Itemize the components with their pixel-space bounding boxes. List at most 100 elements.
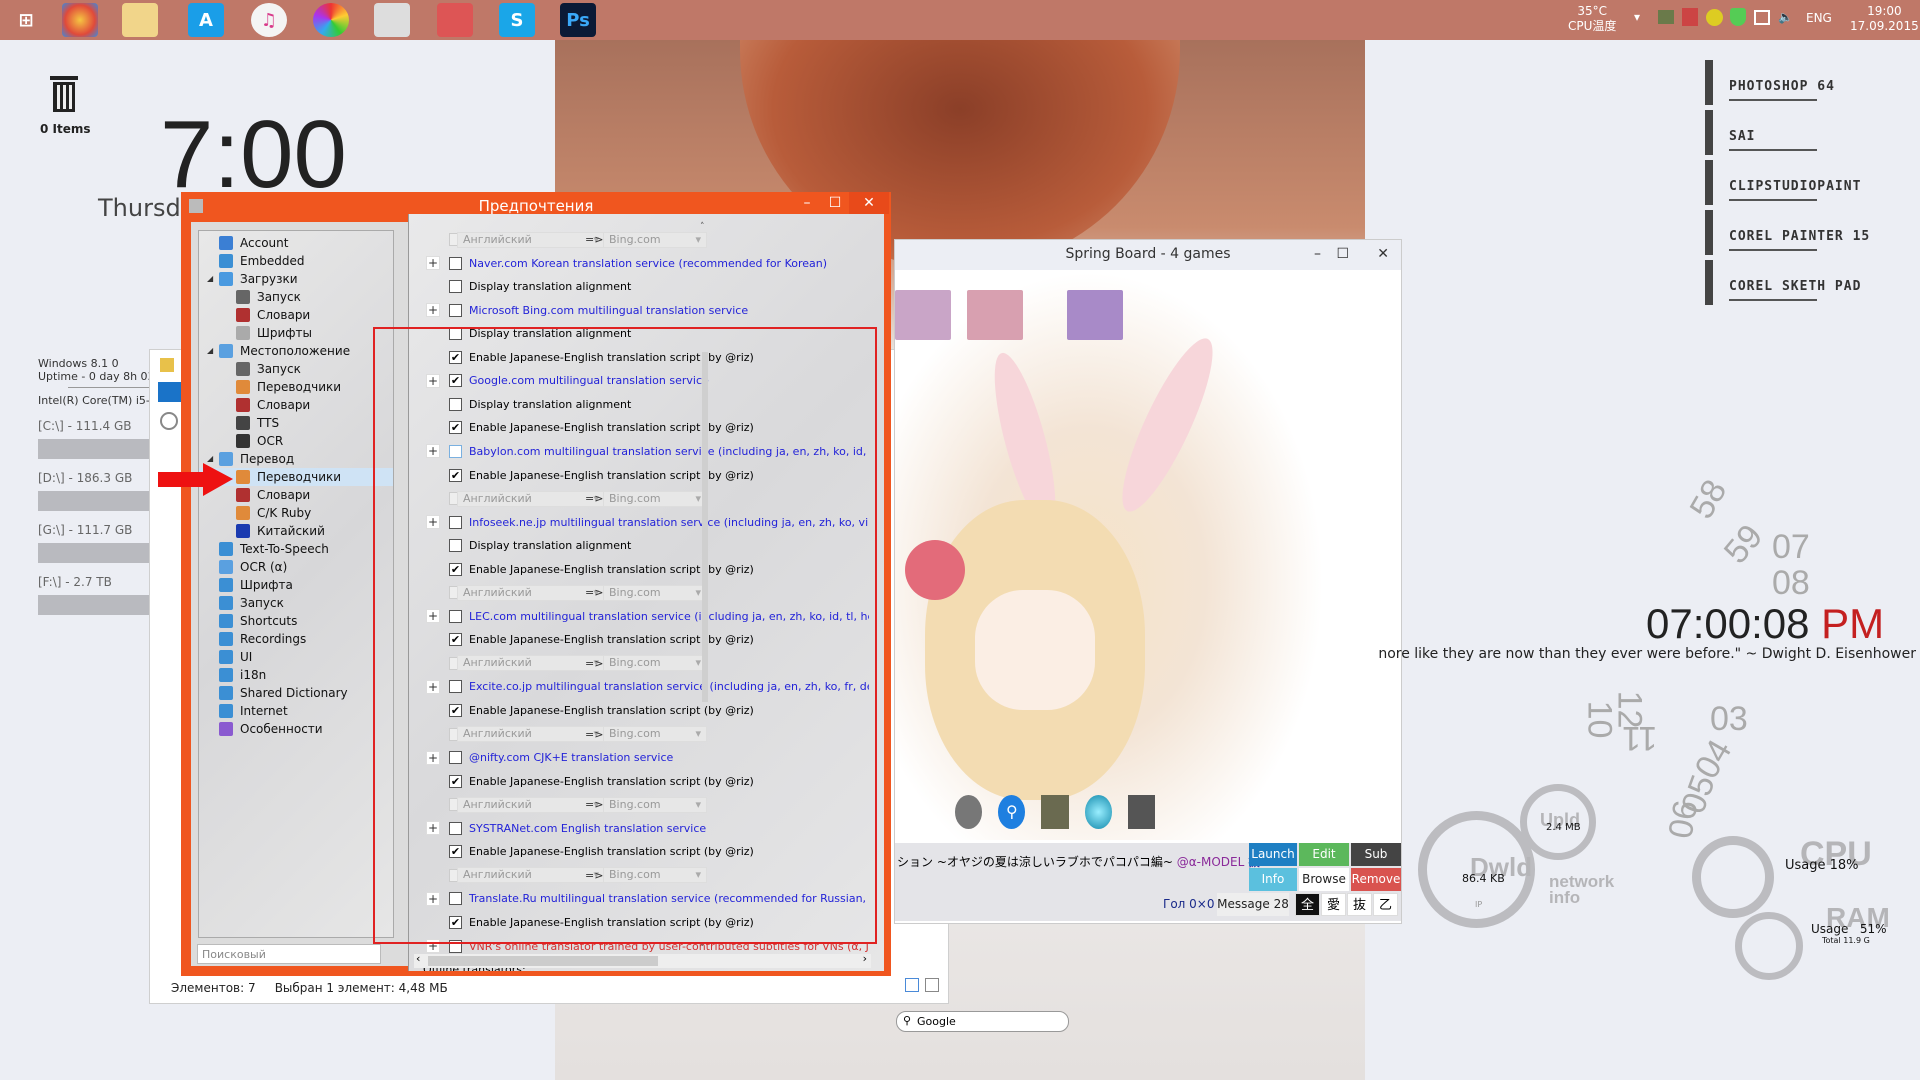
game-tile-3[interactable] <box>1067 290 1123 340</box>
tray-clock[interactable]: 19:00 17.09.2015 <box>1850 4 1919 34</box>
close-button[interactable]: ✕ <box>1377 240 1389 268</box>
shield-icon[interactable] <box>1730 8 1746 26</box>
scroll-up-icon[interactable]: ˄ <box>700 222 705 232</box>
target-engine-select[interactable]: Bing.com <box>603 231 707 248</box>
usb-icon[interactable] <box>1682 8 1698 26</box>
tree-item-25[interactable]: Shared Dictionary <box>199 684 393 702</box>
message-button[interactable]: Message 28 <box>1217 893 1289 916</box>
tree-item-26[interactable]: Internet <box>199 702 393 720</box>
addon-icon[interactable] <box>1706 9 1723 26</box>
skype-icon[interactable]: S <box>499 3 535 37</box>
search-icon[interactable]: ⚲ <box>998 795 1026 829</box>
tree-item-19[interactable]: Шрифта <box>199 576 393 594</box>
recycle-bin-icon[interactable] <box>44 72 84 114</box>
tree-item-15[interactable]: C/K Ruby <box>199 504 393 522</box>
game-tile-1[interactable] <box>895 290 951 340</box>
tree-item-23[interactable]: UI <box>199 648 393 666</box>
source-language-select[interactable]: Английский <box>457 231 605 248</box>
file-explorer-icon[interactable] <box>122 3 158 37</box>
remove-button[interactable]: Remove <box>1351 868 1401 891</box>
tree-item-11[interactable]: OCR <box>199 432 393 450</box>
app-launcher-4[interactable]: COREL SKETH PAD <box>1729 279 1861 294</box>
google-search-box[interactable]: ⚲ Google <box>896 1011 1069 1032</box>
tree-item-16[interactable]: Китайский <box>199 522 393 540</box>
service-link[interactable]: Naver.com Korean translation service (re… <box>469 257 827 270</box>
itunes-icon[interactable]: ♫ <box>251 3 287 37</box>
details-view-icon[interactable] <box>905 978 919 992</box>
sub-button[interactable]: Sub <box>1351 843 1401 866</box>
settings-tree[interactable]: Account Embedded ◢ Загрузки Запуск Словари Шри… <box>198 230 394 938</box>
tree-item-18[interactable]: OCR (α) <box>199 558 393 576</box>
filter-nuki[interactable]: 抜 <box>1347 893 1372 916</box>
tree-item-9[interactable]: Словари <box>199 396 393 414</box>
photoshop-icon[interactable]: Ps <box>560 3 596 37</box>
tree-item-8[interactable]: Переводчики <box>199 378 393 396</box>
horizontal-scrollbar[interactable]: ‹ › <box>414 952 871 968</box>
expand-arrow-icon[interactable]: ◢ <box>207 454 213 463</box>
rocket-icon[interactable] <box>955 795 983 829</box>
checkbox[interactable] <box>449 280 462 294</box>
tree-item-3[interactable]: Запуск <box>199 288 393 306</box>
tree-item-27[interactable]: Особенности <box>199 720 393 738</box>
tree-item-1[interactable]: Embedded <box>199 252 393 270</box>
network-icon[interactable] <box>1754 10 1770 25</box>
windows-start-icon[interactable]: ⊞ <box>8 3 44 37</box>
tree-item-20[interactable]: Запуск <box>199 594 393 612</box>
color-app-icon[interactable] <box>62 3 98 37</box>
expand-plus-button[interactable]: + <box>426 303 440 318</box>
scroll-right-icon[interactable]: › <box>863 952 867 965</box>
expand-arrow-icon[interactable]: ◢ <box>207 346 213 355</box>
checkbox[interactable] <box>449 256 462 270</box>
spring-board-titlebar[interactable]: Spring Board - 4 games – ☐ ✕ <box>895 240 1401 270</box>
globe-icon[interactable] <box>1084 795 1112 829</box>
game-brand[interactable]: @α-MODEL <box>1177 855 1245 869</box>
expand-arrow-icon[interactable]: ◢ <box>207 274 213 283</box>
book-icon[interactable] <box>1041 795 1069 829</box>
launch-button[interactable]: Launch <box>1249 843 1297 866</box>
hscroll-thumb[interactable] <box>428 956 658 966</box>
info-button[interactable]: Info <box>1249 868 1297 891</box>
app-launcher-1[interactable]: SAI <box>1729 129 1755 144</box>
app-store-icon[interactable]: A <box>188 3 224 37</box>
volume-icon[interactable]: 🔈 <box>1778 10 1793 25</box>
filter-all[interactable]: 全 <box>1295 893 1320 916</box>
tree-item-22[interactable]: Recordings <box>199 630 393 648</box>
usb-tool-icon[interactable] <box>437 3 473 37</box>
minimize-button[interactable]: – <box>1314 240 1321 268</box>
thumbnail-view-icon[interactable] <box>925 978 939 992</box>
tray-overflow-icon[interactable]: ▾ <box>1634 10 1640 25</box>
filter-otsu[interactable]: 乙 <box>1373 893 1398 916</box>
expand-plus-button[interactable]: + <box>426 256 440 271</box>
checkbox[interactable] <box>449 303 462 317</box>
settings-search-input[interactable]: Поисковый <box>197 944 381 964</box>
tree-item-0[interactable]: Account <box>199 234 393 252</box>
scroll-down-icon[interactable]: ˅ <box>700 944 705 954</box>
scroll-left-icon[interactable]: ‹ <box>416 952 420 965</box>
tree-item-17[interactable]: Text-To-Speech <box>199 540 393 558</box>
close-button[interactable]: ✕ <box>849 192 889 214</box>
file-tab[interactable] <box>158 382 182 402</box>
maximize-button[interactable]: ☐ <box>1336 240 1349 268</box>
browse-button[interactable]: Browse <box>1299 868 1349 891</box>
mail-icon[interactable] <box>374 3 410 37</box>
minimize-button[interactable]: – <box>793 192 821 214</box>
settings-icon[interactable] <box>1127 795 1156 829</box>
tree-item-10[interactable]: TTS <box>199 414 393 432</box>
tree-item-7[interactable]: Запуск <box>199 360 393 378</box>
app-launcher-3[interactable]: COREL PAINTER 15 <box>1729 229 1870 244</box>
back-icon[interactable] <box>160 412 178 430</box>
filter-love[interactable]: 愛 <box>1321 893 1346 916</box>
edit-button[interactable]: Edit <box>1299 843 1349 866</box>
tree-item-4[interactable]: Словари <box>199 306 393 324</box>
tree-item-24[interactable]: i18n <box>199 666 393 684</box>
tree-item-21[interactable]: Shortcuts <box>199 612 393 630</box>
maximize-button[interactable]: ☐ <box>821 192 849 214</box>
app-launcher-2[interactable]: CLIPSTUDIOPAINT <box>1729 179 1861 194</box>
game-tile-2[interactable] <box>967 290 1023 340</box>
language-indicator[interactable]: ENG <box>1806 11 1832 26</box>
app-launcher-0[interactable]: PHOTOSHOP 64 <box>1729 79 1835 94</box>
network-card-icon[interactable] <box>1658 10 1674 24</box>
spring-board-window[interactable]: Spring Board - 4 games – ☐ ✕ ⚲ ション ~オヤジの… <box>894 239 1402 924</box>
tree-item-2[interactable]: ◢ Загрузки <box>199 270 393 288</box>
color-wheel-icon[interactable] <box>313 3 349 37</box>
